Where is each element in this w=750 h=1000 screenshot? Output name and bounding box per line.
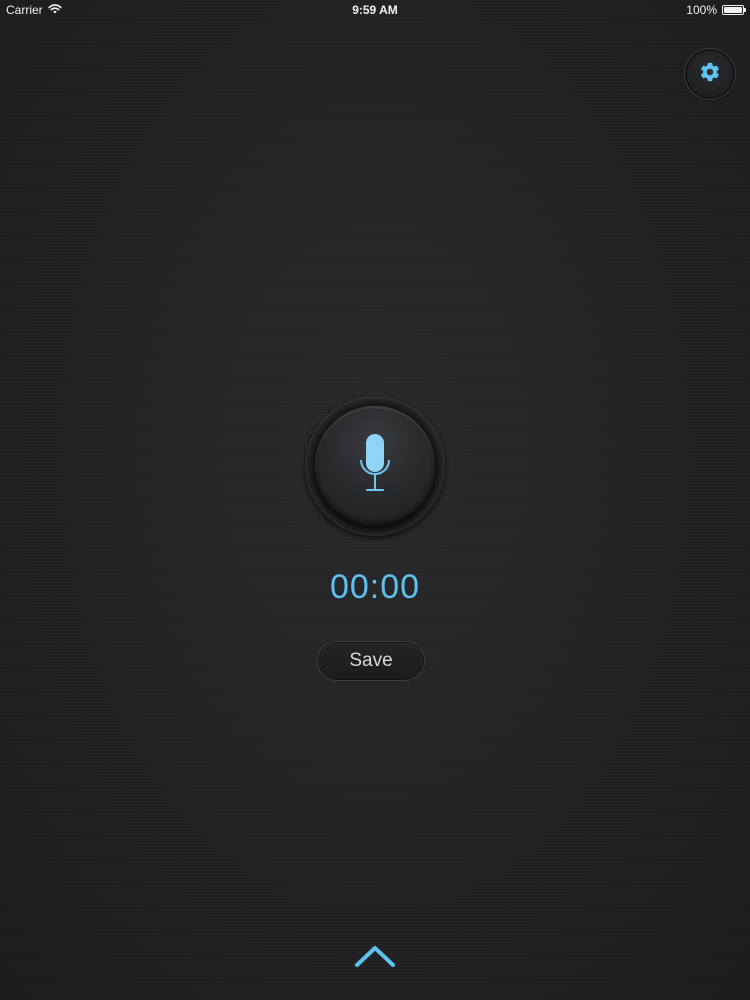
recording-timer: 00:00 xyxy=(329,568,421,606)
expand-button[interactable] xyxy=(353,943,397,973)
battery-icon xyxy=(722,5,746,15)
record-button[interactable] xyxy=(315,406,435,526)
gear-icon xyxy=(699,61,721,88)
settings-button[interactable] xyxy=(687,51,733,97)
battery-fill xyxy=(724,7,742,13)
microphone-icon xyxy=(357,432,393,501)
save-button[interactable]: Save xyxy=(319,643,423,679)
status-right: 100% xyxy=(686,3,746,17)
status-time: 9:59 AM xyxy=(352,3,398,17)
chevron-up-icon xyxy=(354,944,396,973)
status-bar: Carrier 9:59 AM 100% xyxy=(0,0,750,20)
battery-percent: 100% xyxy=(686,3,717,17)
